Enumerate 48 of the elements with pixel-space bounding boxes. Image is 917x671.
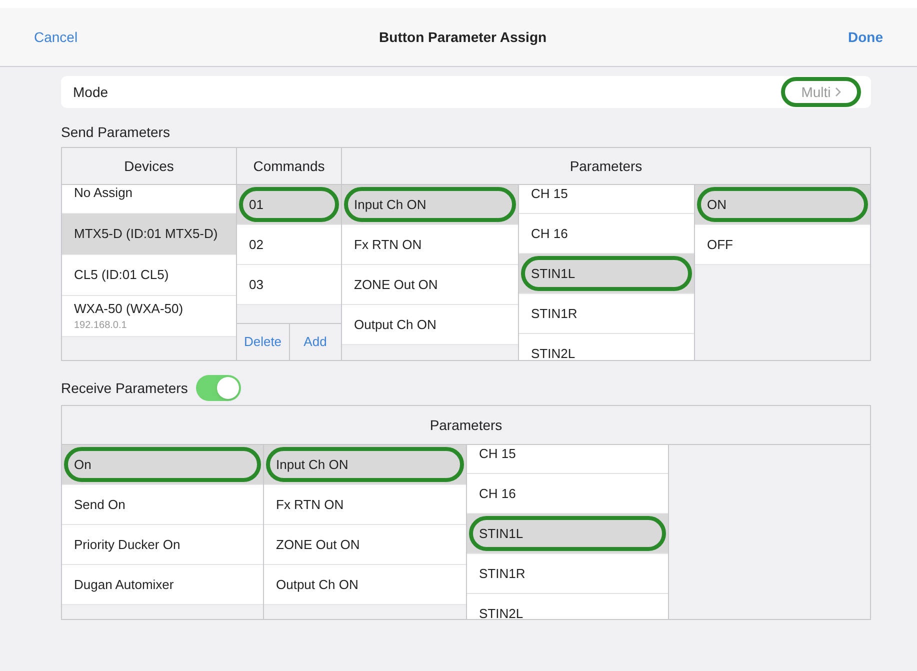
list-item[interactable]: OFF	[695, 225, 870, 265]
device-name: No Assign	[74, 185, 134, 202]
list-item[interactable]: Fx RTN ON	[264, 485, 466, 525]
list-item[interactable]: ON	[695, 185, 870, 225]
section-title: Send Parameters	[61, 123, 171, 142]
list-item[interactable]: On	[62, 445, 263, 485]
list-item[interactable]: STIN1R	[519, 294, 694, 334]
window-title: Button Parameter Assign	[379, 28, 547, 47]
device-address: 192.168.0.1	[74, 319, 128, 334]
device-name: WXA-50 (WXA-50)	[74, 300, 184, 318]
list-item[interactable]: CH 16	[519, 214, 694, 254]
list-item[interactable]: Input Ch ON	[264, 445, 466, 485]
list-item[interactable]: Fx RTN ON	[342, 225, 518, 265]
list-item[interactable]: CH 15	[519, 185, 694, 214]
list-item[interactable]: ZONE Out ON	[342, 265, 518, 305]
list-item[interactable]: Input Ch ON	[342, 185, 518, 225]
list-item[interactable]: STIN2L	[467, 594, 668, 619]
mode-row[interactable]: Mode Multi	[61, 76, 871, 108]
device-item[interactable]: MTX5-D (ID:01 MTX5-D)	[62, 214, 236, 255]
list-item[interactable]: STIN2L	[519, 334, 694, 360]
list-item[interactable]: Output Ch ON	[342, 305, 518, 345]
done-button[interactable]: Done	[848, 26, 883, 48]
column-header: Parameters	[568, 156, 644, 176]
toggle-switch[interactable]	[196, 375, 241, 401]
list-item[interactable]: STIN1L	[467, 514, 668, 554]
list-item[interactable]: CH 15	[467, 445, 668, 474]
list-item[interactable]: Priority Ducker On	[62, 525, 263, 565]
chevron-icon	[834, 87, 841, 97]
list-item[interactable]: STIN1L	[519, 254, 694, 294]
section-title: Receive Parameters	[61, 378, 188, 398]
list-item[interactable]: 02	[237, 225, 341, 265]
list-item[interactable]: Output Ch ON	[264, 565, 466, 605]
device-item[interactable]: WXA-50 (WXA-50) 192.168.0.1	[62, 296, 236, 337]
device-item[interactable]: No Assign	[62, 185, 236, 214]
list-item[interactable]: Dugan Automixer	[62, 565, 263, 605]
list-item[interactable]: CH 16	[467, 474, 668, 514]
device-item[interactable]: CL5 (ID:01 CL5)	[62, 255, 236, 296]
column-header: Devices	[62, 148, 237, 184]
list-item[interactable]: 03	[237, 265, 341, 305]
list-item[interactable]: 01	[237, 185, 341, 225]
device-name: MTX5-D (ID:01 MTX5-D)	[74, 225, 219, 244]
device-name: CL5 (ID:01 CL5)	[74, 266, 170, 284]
list-item[interactable]: STIN1R	[467, 554, 668, 594]
list-item[interactable]: ZONE Out ON	[264, 525, 466, 565]
list-item[interactable]: Send On	[62, 485, 263, 525]
cancel-button[interactable]: Cancel	[34, 26, 78, 48]
column-header: Commands	[237, 148, 342, 184]
mode-label: Mode	[73, 82, 108, 102]
